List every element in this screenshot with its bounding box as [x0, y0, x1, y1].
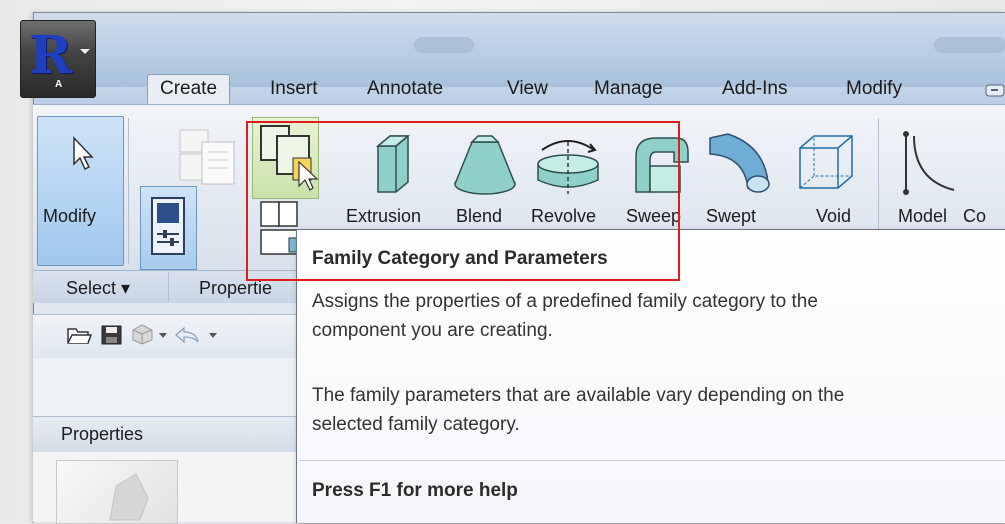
family-types-icon[interactable]: [176, 126, 238, 188]
undo-icon[interactable]: [174, 324, 204, 346]
void-forms-label: Void: [816, 206, 852, 226]
tooltip-description-line-4: selected family category.: [312, 414, 520, 435]
panel-divider: [128, 118, 129, 264]
extrusion-label: Extrusion: [346, 206, 422, 226]
tab-insert[interactable]: Insert: [270, 78, 318, 100]
tab-modify[interactable]: Modify: [846, 78, 902, 100]
tooltip-description-line-1: Assigns the properties of a predefined f…: [312, 291, 818, 312]
model-line-icon[interactable]: [898, 130, 962, 196]
cursor-arrow-icon: [73, 136, 94, 171]
tooltip-help-text: Press F1 for more help: [312, 480, 518, 501]
save-icon[interactable]: [100, 324, 124, 346]
tooltip-divider: [299, 460, 1005, 461]
tooltip-title: Family Category and Parameters: [312, 248, 608, 269]
open-folder-icon[interactable]: [66, 324, 93, 346]
blend-icon[interactable]: [452, 132, 518, 198]
revit-logo-icon: R: [29, 25, 73, 86]
properties-palette-title: Properties: [61, 424, 144, 444]
sweep-icon[interactable]: [626, 132, 692, 198]
revolve-icon[interactable]: [532, 128, 604, 198]
chevron-down-icon-qat[interactable]: [158, 332, 168, 340]
application-menu-button[interactable]: R A: [20, 20, 96, 98]
swept-blend-label: Swept: [706, 206, 757, 226]
void-forms-icon[interactable]: [794, 130, 860, 196]
title-text-blurred: [414, 37, 474, 53]
chevron-down-icon: [80, 49, 90, 54]
title-text-blurred-2: [934, 37, 1005, 53]
modify-label: Modify: [43, 206, 97, 226]
panel-title-divider: [168, 272, 169, 302]
app-button-label: A: [55, 79, 63, 90]
select-panel-dropdown[interactable]: Select ▾: [66, 278, 130, 299]
tab-add-ins[interactable]: Add-Ins: [722, 78, 787, 100]
ribbon-minimize-icon[interactable]: [985, 84, 1005, 98]
extrusion-icon[interactable]: [370, 132, 414, 198]
tab-manage[interactable]: Manage: [594, 78, 663, 100]
swept-blend-icon[interactable]: [706, 130, 776, 196]
blend-label: Blend: [456, 206, 503, 226]
sync-icon[interactable]: [130, 322, 156, 346]
tab-view[interactable]: View: [507, 78, 548, 100]
family-preview-icon: [109, 473, 149, 521]
properties-icon: [151, 197, 185, 255]
properties-panel-title: Propertie: [199, 278, 273, 298]
model-label: Model: [898, 206, 948, 226]
tooltip-description-line-2: component you are creating.: [312, 320, 553, 341]
tab-create[interactable]: Create: [147, 74, 231, 108]
family-category-icon: [260, 125, 319, 191]
tab-annotate[interactable]: Annotate: [367, 78, 443, 100]
tooltip-family-category-parameters: Family Category and Parameters Assigns t…: [296, 229, 1005, 523]
sweep-label: Sweep: [626, 206, 682, 226]
component-label-partial: Co: [963, 206, 987, 226]
tooltip-description-line-3: The family parameters that are available…: [312, 385, 845, 406]
undo-dropdown-icon[interactable]: [208, 332, 218, 340]
revolve-label: Revolve: [531, 206, 597, 226]
